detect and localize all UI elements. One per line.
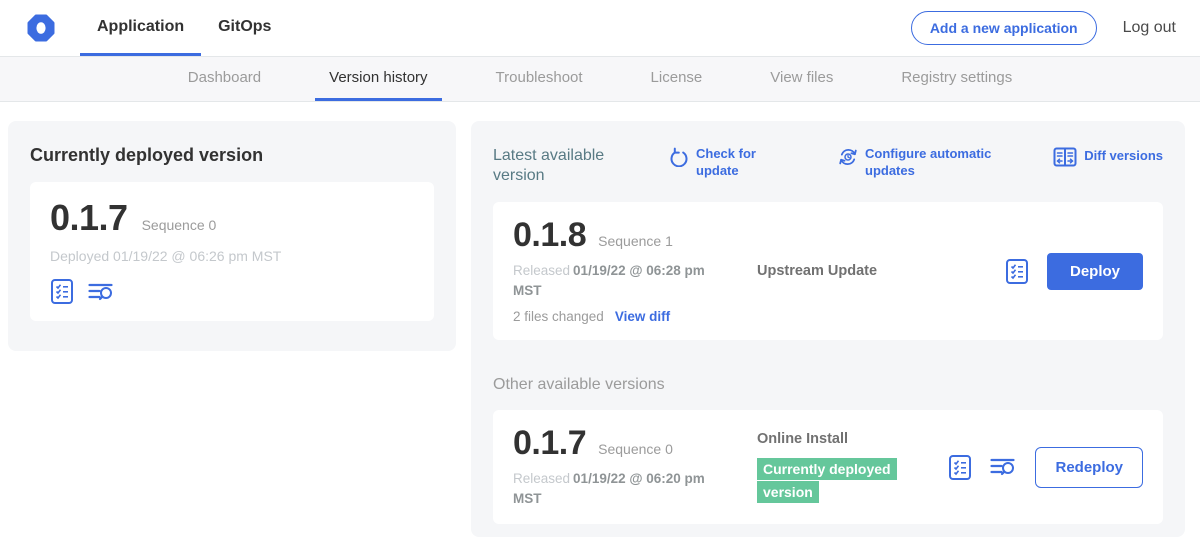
currently-deployed-panel: Currently deployed version 0.1.7 Sequenc… [8, 121, 456, 351]
view-diff-link[interactable]: View diff [615, 309, 670, 324]
other-version-number: 0.1.7 [513, 426, 586, 460]
diff-versions-button[interactable]: Diff versions [1053, 146, 1163, 167]
currently-deployed-badge: Currently deployed version [757, 458, 897, 502]
check-for-update-label: Check for update [696, 146, 764, 180]
latest-version-number: 0.1.8 [513, 218, 586, 252]
other-versions-title: Other available versions [493, 376, 1163, 394]
other-released-timestamp: Released01/19/22 @ 06:20 pm MST [513, 469, 711, 508]
configure-automatic-updates-button[interactable]: Configure automatic updates [838, 146, 1000, 180]
subnav-view-files[interactable]: View files [756, 57, 847, 101]
top-nav: Application GitOps Add a new application… [0, 0, 1200, 56]
files-changed-label: 2 files changed [513, 309, 604, 324]
deployed-version-card: 0.1.7 Sequence 0 Deployed 01/19/22 @ 06:… [30, 182, 434, 321]
other-version-source: Online Install [757, 431, 948, 447]
latest-released-timestamp: Released01/19/22 @ 06:28 pm MST [513, 261, 711, 300]
other-view-logs-icon[interactable] [990, 455, 1017, 479]
other-preflight-checklist-icon[interactable] [948, 454, 972, 481]
deployed-timestamp: Deployed 01/19/22 @ 06:26 pm MST [50, 248, 414, 264]
tab-gitops[interactable]: GitOps [201, 0, 288, 56]
redeploy-button[interactable]: Redeploy [1035, 447, 1143, 488]
tab-application[interactable]: Application [80, 0, 201, 56]
subnav-troubleshoot[interactable]: Troubleshoot [482, 57, 597, 101]
add-application-button[interactable]: Add a new application [911, 11, 1097, 45]
subnav-license[interactable]: License [637, 57, 717, 101]
deployed-panel-title: Currently deployed version [30, 145, 434, 166]
configure-automatic-updates-label: Configure automatic updates [865, 146, 1000, 180]
app-logo [26, 0, 56, 56]
latest-available-panel: Latest available version Check for updat… [471, 121, 1185, 537]
deploy-button[interactable]: Deploy [1047, 253, 1143, 290]
deployed-sequence-label: Sequence 0 [142, 217, 217, 233]
subnav-registry-settings[interactable]: Registry settings [887, 57, 1026, 101]
latest-preflight-checklist-icon[interactable] [1005, 258, 1029, 285]
preflight-checklist-icon[interactable] [50, 278, 74, 305]
topnav-spacer [288, 0, 910, 56]
latest-version-source: Upstream Update [757, 263, 1005, 279]
subnav-dashboard[interactable]: Dashboard [174, 57, 275, 101]
subnav-version-history[interactable]: Version history [315, 57, 441, 101]
latest-version-card: 0.1.8 Sequence 1 Released01/19/22 @ 06:2… [493, 202, 1163, 340]
check-for-update-button[interactable]: Check for update [669, 146, 764, 180]
other-sequence-label: Sequence 0 [598, 441, 673, 457]
diff-versions-label: Diff versions [1084, 148, 1163, 165]
app-logo-icon [26, 13, 56, 43]
main-content: Currently deployed version 0.1.7 Sequenc… [0, 102, 1200, 537]
app-sub-nav: Dashboard Version history Troubleshoot L… [0, 56, 1200, 102]
latest-sequence-label: Sequence 1 [598, 233, 673, 249]
logout-button[interactable]: Log out [1123, 19, 1176, 37]
latest-panel-title: Latest available version [493, 146, 625, 186]
other-version-card: 0.1.7 Sequence 0 Released01/19/22 @ 06:2… [493, 410, 1163, 524]
view-logs-icon[interactable] [88, 280, 115, 304]
deployed-version-number: 0.1.7 [50, 200, 128, 236]
